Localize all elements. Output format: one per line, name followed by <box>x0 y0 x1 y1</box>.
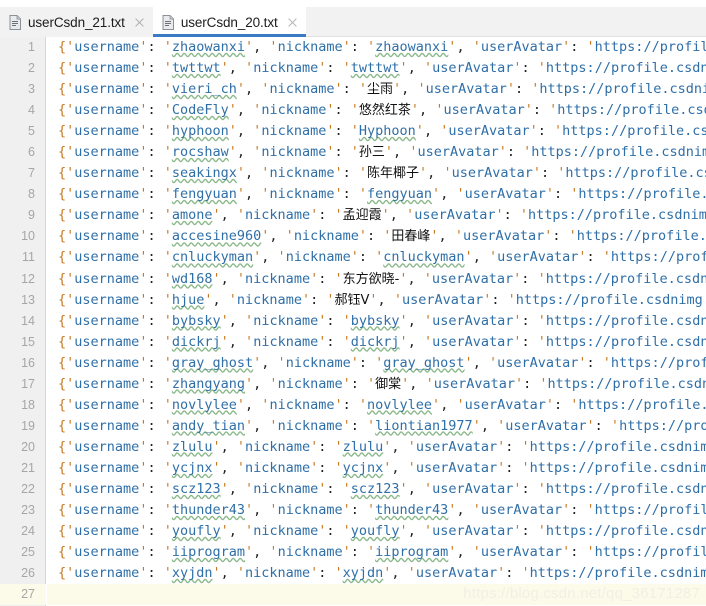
editor-tab-0[interactable]: userCsdn_21.txt <box>0 7 153 37</box>
editor-pane: 1 {'username': 'zhaowanxi', 'nickname': '… <box>0 37 706 606</box>
code-line[interactable]: 21 {'username': 'ycjnx', 'nickname': 'ycj… <box>0 458 706 479</box>
code-line[interactable]: 18 {'username': 'novlylee', 'nickname': '… <box>0 395 706 416</box>
code-line-text: {'username': 'zhangyang', 'nickname': '御… <box>58 375 706 392</box>
line-number: 12 <box>21 271 35 286</box>
code-line[interactable]: 13 {'username': 'hjue', 'nickname': '郝钰V'… <box>0 290 706 311</box>
line-number: 3 <box>28 82 35 97</box>
editor-tab-label: userCsdn_21.txt <box>28 14 125 30</box>
code-line-text: {'username': 'bybsky', 'nickname': 'bybs… <box>58 312 706 329</box>
code-line-text: {'username': 'novlylee', 'nickname': 'no… <box>58 396 706 413</box>
code-line-text: {'username': 'amone', 'nickname': '孟迎霞',… <box>58 207 706 224</box>
code-line[interactable]: 27 <box>0 584 706 606</box>
code-line-text: {'username': 'vieri_ch', 'nickname': '尘雨… <box>58 81 706 98</box>
line-number: 19 <box>21 418 35 433</box>
code-line[interactable]: 15 {'username': 'dickrj', 'nickname': 'di… <box>0 332 706 353</box>
editor-tab-bar: userCsdn_21.txt userCsdn_20.txt <box>0 7 706 37</box>
file-text-icon <box>162 14 174 30</box>
line-number: 4 <box>28 103 35 118</box>
code-line[interactable]: 16 {'username': 'gray_ghost', 'nickname':… <box>0 353 706 374</box>
window-top-strip <box>0 0 706 7</box>
code-line-text: {'username': 'zlulu', 'nickname': 'zlulu… <box>58 438 706 455</box>
line-number: 9 <box>28 208 35 223</box>
code-line[interactable]: 25 {'username': 'iiprogram', 'nickname': … <box>0 542 706 563</box>
code-line-text: {'username': 'wd168', 'nickname': '东方欲晓-… <box>58 270 706 287</box>
code-line[interactable]: 6 {'username': 'rocshaw', 'nickname': '孙三… <box>0 142 706 163</box>
line-number: 6 <box>28 145 35 160</box>
line-number: 21 <box>21 460 35 475</box>
code-line[interactable]: 14 {'username': 'bybsky', 'nickname': 'by… <box>0 311 706 332</box>
line-number: 17 <box>21 376 35 391</box>
line-number: 14 <box>21 313 35 328</box>
code-line[interactable]: 8 {'username': 'fengyuan', 'nickname': 'f… <box>0 184 706 205</box>
line-number: 11 <box>22 250 35 265</box>
close-icon[interactable] <box>133 16 146 29</box>
code-line-text: {'username': 'andy_tian', 'nickname': 'l… <box>58 417 706 434</box>
code-line[interactable]: 7 {'username': 'seakingx', 'nickname': '陈… <box>0 163 706 184</box>
code-line-text: {'username': 'zhaowanxi', 'nickname': 'z… <box>58 39 706 55</box>
code-line-text: {'username': 'youfly', 'nickname': 'youf… <box>58 523 706 540</box>
editor-window: userCsdn_21.txt userCsdn_20.txt 1 {'userna… <box>0 0 706 606</box>
code-line-text: {'username': 'cnluckyman', 'nickname': '… <box>58 249 706 266</box>
line-number: 16 <box>21 355 35 370</box>
line-number: 13 <box>21 292 35 307</box>
line-number: 25 <box>21 545 35 560</box>
code-line[interactable]: 20 {'username': 'zlulu', 'nickname': 'zlu… <box>0 437 706 458</box>
code-line-text: {'username': 'hyphoon', 'nickname': 'Hyp… <box>58 123 706 140</box>
line-number: 15 <box>21 334 35 349</box>
code-line-text: {'username': 'hjue', 'nickname': '郝钰V', … <box>58 291 706 308</box>
code-line[interactable]: 3 {'username': 'vieri_ch', 'nickname': '尘… <box>0 79 706 100</box>
code-line-text: {'username': 'scz123', 'nickname': 'scz1… <box>58 480 706 497</box>
code-line[interactable]: 9 {'username': 'amone', 'nickname': '孟迎霞'… <box>0 205 706 226</box>
code-line[interactable]: 5 {'username': 'hyphoon', 'nickname': 'Hy… <box>0 121 706 142</box>
editor-tab-1[interactable]: userCsdn_20.txt <box>152 7 306 37</box>
code-line[interactable]: 4 {'username': 'CodeFly', 'nickname': '悠然… <box>0 100 706 121</box>
close-icon[interactable] <box>286 16 299 29</box>
code-line[interactable]: 11 {'username': 'cnluckyman', 'nickname':… <box>0 247 706 268</box>
code-line-text: {'username': 'twttwt', 'nickname': 'twtt… <box>58 60 706 77</box>
code-line-text: {'username': 'ycjnx', 'nickname': 'ycjnx… <box>58 459 706 476</box>
code-line[interactable]: 1 {'username': 'zhaowanxi', 'nickname': '… <box>0 37 706 58</box>
code-line-text: {'username': 'iiprogram', 'nickname': 'i… <box>58 544 706 561</box>
code-line-text: {'username': 'accesine960', 'nickname': … <box>58 228 706 245</box>
code-line[interactable]: 12 {'username': 'wd168', 'nickname': '东方欲… <box>0 269 706 290</box>
line-number: 8 <box>28 187 35 202</box>
code-line-text: {'username': 'gray_ghost', 'nickname': '… <box>58 354 706 371</box>
code-line-text: {'username': 'thunder43', 'nickname': 't… <box>58 502 706 519</box>
code-line[interactable]: 10 {'username': 'accesine960', 'nickname'… <box>0 226 706 247</box>
line-number: 20 <box>21 439 35 454</box>
line-number: 7 <box>28 166 35 181</box>
code-line-text <box>47 584 706 606</box>
code-line[interactable]: 19 {'username': 'andy_tian', 'nickname': … <box>0 416 706 437</box>
line-number: 26 <box>21 566 35 581</box>
code-line-text: {'username': 'fengyuan', 'nickname': 'fe… <box>58 186 706 203</box>
code-line-text: {'username': 'dickrj', 'nickname': 'dick… <box>58 333 706 350</box>
file-text-icon <box>9 14 21 30</box>
line-number: 10 <box>21 229 35 244</box>
line-number: 18 <box>21 397 35 412</box>
code-line[interactable]: 2 {'username': 'twttwt', 'nickname': 'twt… <box>0 58 706 79</box>
code-content[interactable]: 1 {'username': 'zhaowanxi', 'nickname': '… <box>0 37 706 606</box>
line-number: 2 <box>28 61 35 76</box>
code-line[interactable]: 26 {'username': 'xyjdn', 'nickname': 'xyj… <box>0 563 706 584</box>
code-line[interactable]: 22 {'username': 'scz123', 'nickname': 'sc… <box>0 479 706 500</box>
code-line-text: {'username': 'xyjdn', 'nickname': 'xyjdn… <box>58 565 706 582</box>
line-number: 1 <box>28 40 35 54</box>
editor-tab-label: userCsdn_20.txt <box>180 14 278 30</box>
code-line[interactable]: 23 {'username': 'thunder43', 'nickname': … <box>0 500 706 521</box>
line-number: 27 <box>0 584 46 606</box>
code-line[interactable]: 17 {'username': 'zhangyang', 'nickname': … <box>0 374 706 395</box>
code-line-text: {'username': 'CodeFly', 'nickname': '悠然红… <box>58 102 706 119</box>
code-line-text: {'username': 'rocshaw', 'nickname': '孙三'… <box>58 144 706 161</box>
line-number: 23 <box>21 503 35 518</box>
line-number: 22 <box>21 481 35 496</box>
code-line-text: {'username': 'seakingx', 'nickname': '陈年… <box>58 165 706 182</box>
line-number: 24 <box>21 524 35 539</box>
code-line[interactable]: 24 {'username': 'youfly', 'nickname': 'yo… <box>0 521 706 542</box>
line-number: 5 <box>28 124 35 139</box>
